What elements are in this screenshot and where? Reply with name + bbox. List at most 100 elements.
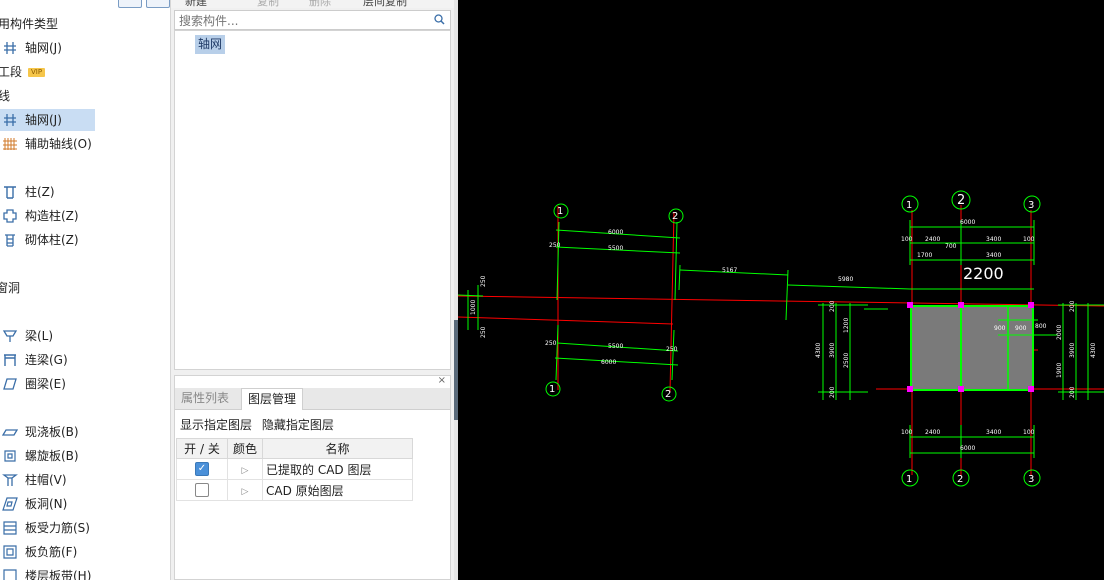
dimension-text: 5500 — [608, 245, 623, 252]
tree-item-axis-top[interactable]: 轴网(J) — [0, 37, 170, 59]
tree-item-cast-slab[interactable]: 现浇板(B) — [0, 421, 170, 443]
tree-item-slab-hole[interactable]: 板洞(N) — [0, 493, 170, 515]
dimension-text: 100 — [1023, 236, 1035, 243]
cad-drawing[interactable]: 1 2 1 2 1 2 3 1 2 3 6000 5500 250 5500 6… — [458, 0, 1104, 580]
dimension-text: 250 — [480, 275, 487, 287]
dimension-text: 900 — [1015, 325, 1027, 332]
dimension-text: 900 — [994, 325, 1006, 332]
dimension-text: 5500 — [608, 343, 623, 350]
tree-item-column-cap[interactable]: 柱帽(V) — [0, 469, 170, 491]
layer-name: CAD 原始图层 — [262, 479, 413, 501]
interlayer-copy-button[interactable]: 层间复制 — [363, 0, 407, 8]
tree-item-ring-beam[interactable]: 圈梁(E) — [0, 373, 170, 395]
panel-tabs: 属性列表 图层管理 — [175, 388, 450, 410]
tree-section-stage[interactable]: 工段 VIP — [0, 61, 170, 83]
axis-label: 3 — [1028, 474, 1034, 485]
copy-button[interactable]: 复制 — [257, 0, 279, 8]
list-toggle-button[interactable] — [146, 0, 170, 8]
red-axis-line — [458, 316, 674, 325]
axis-grid-icon — [2, 112, 18, 128]
slab-region[interactable] — [910, 305, 1034, 391]
slab-hole-icon — [2, 496, 18, 512]
dimension-text: 6000 — [960, 219, 975, 226]
layer-checkbox[interactable]: ✓ — [195, 462, 209, 477]
close-icon[interactable]: × — [438, 375, 446, 386]
axis-label: 2 — [957, 474, 963, 485]
vip-badge: VIP — [28, 68, 46, 77]
tree-item-column[interactable]: 柱(Z) — [0, 181, 170, 203]
dimension-text: 250 — [545, 340, 557, 347]
link-beam-icon — [2, 352, 18, 368]
dimension-text: 700 — [945, 243, 957, 250]
dimension-text: 2000 — [1056, 325, 1063, 340]
column-header-color: 颜色 — [227, 438, 263, 459]
dimension-text: 6000 — [960, 445, 975, 452]
layer-checkbox[interactable] — [195, 483, 209, 498]
tree-item-masonry-column[interactable]: 砌体柱(Z) — [0, 229, 170, 251]
dimension-text: 100 — [901, 236, 913, 243]
dimension-text: 4300 — [1090, 343, 1097, 358]
column-marker — [907, 386, 913, 392]
slab-rebar-icon — [2, 520, 18, 536]
column-marker — [958, 302, 964, 308]
dimension-text: 2500 — [843, 353, 850, 368]
column-marker — [907, 302, 913, 308]
expand-triangle-icon[interactable]: ▷ — [242, 487, 249, 497]
column-header-name: 名称 — [262, 438, 413, 459]
dimension-text: 200 — [1069, 386, 1076, 398]
slab-icon — [1, 424, 19, 440]
axis-label: 1 — [557, 206, 563, 217]
layer-name: 已提取的 CAD 图层 — [262, 458, 413, 480]
tree-header-common-types: 用构件类型 — [0, 17, 59, 31]
tree-item-beam[interactable]: 梁(L) — [0, 325, 170, 347]
table-row[interactable]: ▷ CAD 原始图层 — [176, 479, 413, 501]
tree-item-axis-grid[interactable]: 轴网(J) — [0, 109, 95, 131]
dimension-text: 1900 — [1056, 363, 1063, 378]
column-cap-icon — [2, 472, 18, 488]
column-marker — [1028, 386, 1034, 392]
component-panel: 新建 复制 删除 层间复制 轴网 × 属性列表 图层管理 显示指定图层 隐藏指定… — [171, 0, 454, 580]
dimension-text: 4300 — [815, 343, 822, 358]
dimension-text: 3900 — [1069, 343, 1076, 358]
tree-section-axis[interactable]: 线 — [0, 85, 170, 107]
dimension-text: 3400 — [986, 252, 1001, 259]
cad-canvas[interactable]: 1 2 1 2 1 2 3 1 2 3 6000 5500 250 5500 6… — [458, 0, 1104, 580]
axis-label: 1 — [906, 474, 912, 485]
show-layer-button[interactable]: 显示指定图层 — [180, 418, 252, 432]
tree-item-struct-column[interactable]: 构造柱(Z) — [0, 205, 170, 227]
expand-triangle-icon[interactable]: ▷ — [242, 466, 249, 476]
properties-panel: × 属性列表 图层管理 显示指定图层 隐藏指定图层 开 / 关 颜色 名称 ✓ … — [174, 375, 451, 580]
tree-item-aux-axis[interactable]: 辅助轴线(O) — [0, 133, 170, 155]
dimension-text: 100 — [1023, 429, 1035, 436]
tree-section-openings[interactable]: 窗洞 — [0, 277, 170, 299]
tab-property-list[interactable]: 属性列表 — [175, 388, 235, 409]
dimension-text: 800 — [1035, 323, 1047, 330]
dimension-text: 5167 — [722, 267, 737, 274]
dimension-text: 250 — [480, 326, 487, 338]
component-type-tree: 用构件类型 轴网(J) 工段 VIP 线 轴网(J) 辅助轴线(O) 柱(Z) … — [0, 0, 171, 580]
component-item-axis-grid[interactable]: 轴网 — [195, 35, 226, 54]
tree-item-slab-rebar[interactable]: 板受力筋(S) — [0, 517, 170, 539]
axis-label: 2 — [672, 211, 678, 222]
dimension-text: 2400 — [925, 429, 940, 436]
dimension-text: 3400 — [986, 429, 1001, 436]
tree-item-slab-neg-rebar[interactable]: 板负筋(F) — [0, 541, 170, 563]
dimension-text: 6000 — [601, 359, 616, 366]
tab-layer-management[interactable]: 图层管理 — [241, 388, 304, 410]
table-row[interactable]: ✓ ▷ 已提取的 CAD 图层 — [176, 458, 413, 480]
column-icon — [2, 184, 18, 200]
dimension-text: 1200 — [843, 318, 850, 333]
view-toggle-button[interactable] — [118, 0, 142, 8]
new-button[interactable]: 新建 — [185, 0, 207, 8]
tree-item-spiral-slab[interactable]: 螺旋板(B) — [0, 445, 170, 467]
hide-layer-button[interactable]: 隐藏指定图层 — [262, 418, 334, 432]
search-icon[interactable] — [434, 14, 445, 28]
component-toolbar: 新建 复制 删除 层间复制 — [171, 0, 454, 8]
tree-item-link-beam[interactable]: 连梁(G) — [0, 349, 170, 371]
search-input[interactable] — [177, 12, 426, 30]
tree-item-floor-band[interactable]: 楼层板带(H) — [0, 565, 170, 580]
spiral-slab-icon — [2, 448, 18, 464]
delete-button[interactable]: 删除 — [309, 0, 331, 8]
component-search — [174, 10, 451, 30]
struct-column-icon — [2, 208, 18, 224]
